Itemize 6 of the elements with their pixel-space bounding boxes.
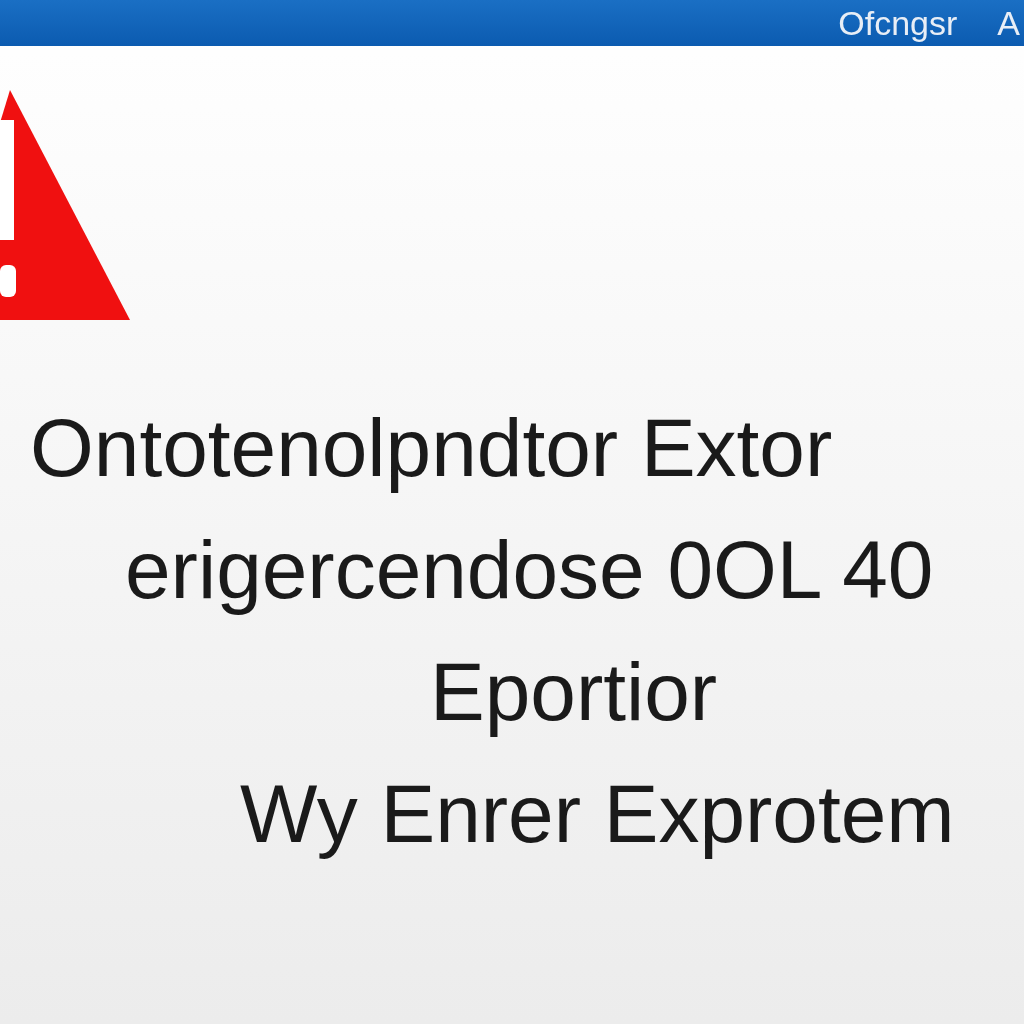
window-title: Ofcngsr [838, 6, 958, 40]
error-text: Wy Enrer Exprotem [239, 767, 955, 861]
error-text: Eportior [429, 645, 718, 739]
error-text: Ontotenolpndtor Extor [29, 401, 833, 495]
error-text: erigercendose 0OL 40 [124, 523, 934, 617]
title-letter: A [997, 6, 1020, 40]
